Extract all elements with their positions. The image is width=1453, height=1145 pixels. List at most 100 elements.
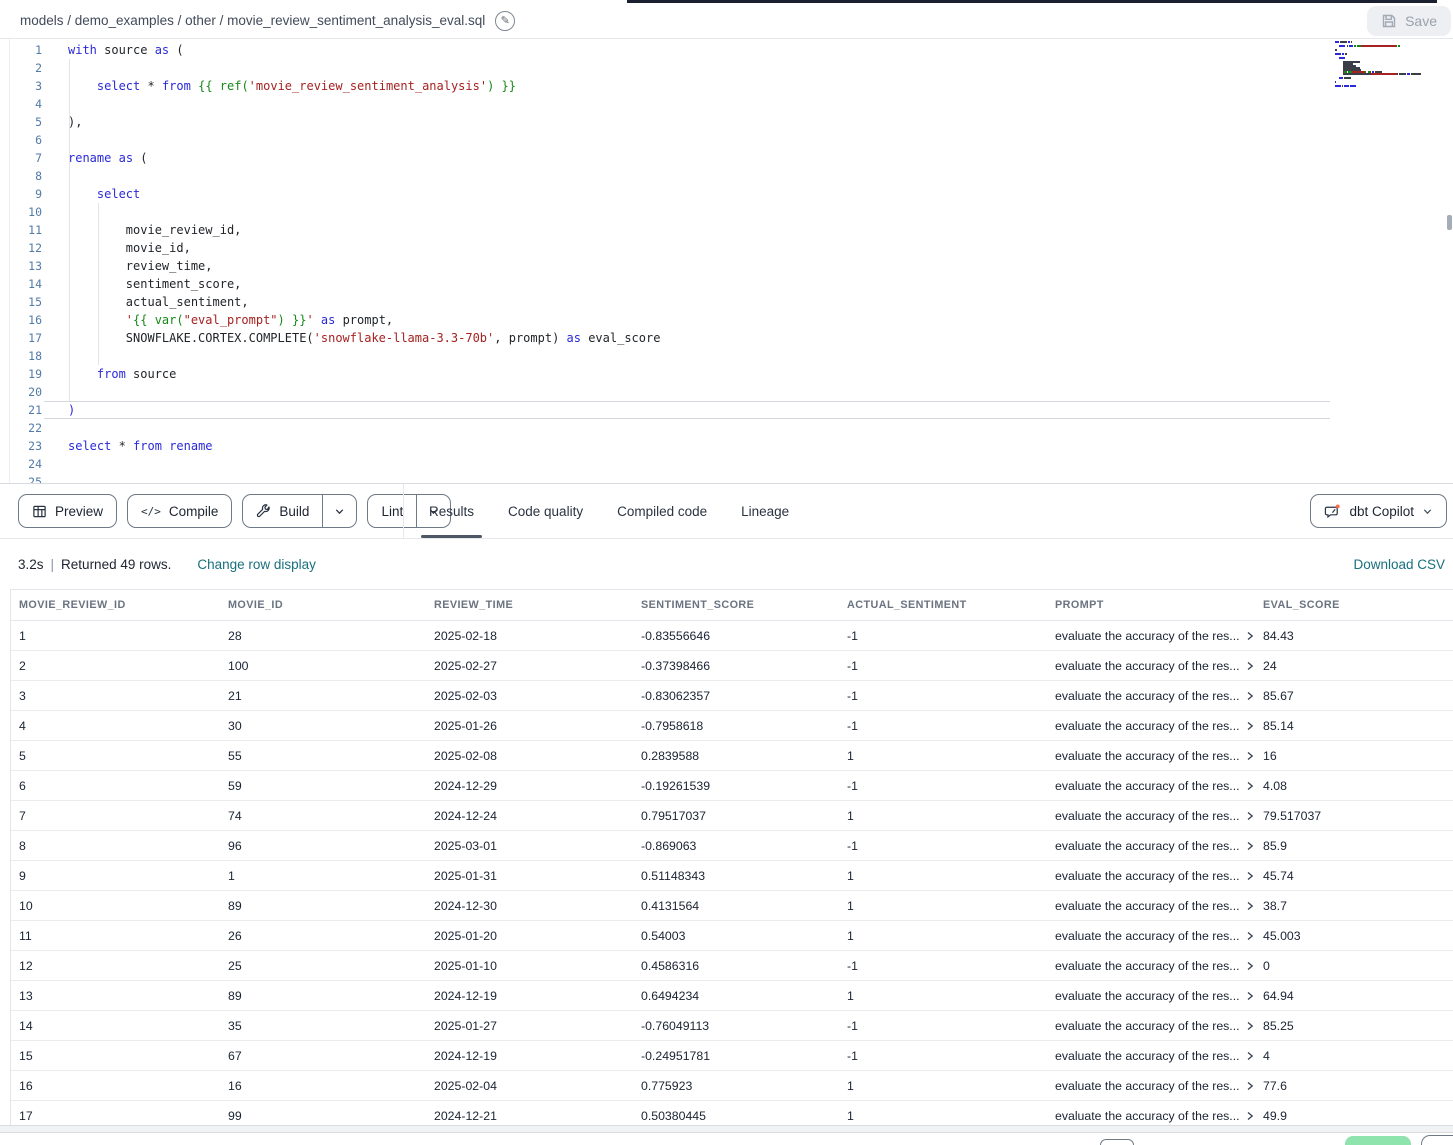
code-editor[interactable]: 1234567891011121314151617181920212223242… [0,39,1453,484]
table-cell: 45.003 [1255,929,1453,943]
table-row[interactable]: 8962025-03-01-0.869063-1evaluate the acc… [11,831,1453,861]
table-row[interactable]: 11262025-01-200.540031evaluate the accur… [11,921,1453,951]
table-row[interactable]: 1282025-02-18-0.83556646-1evaluate the a… [11,621,1453,651]
line-number: 14 [0,275,42,293]
table-cell: 2025-01-27 [426,1019,633,1033]
chevron-right-icon[interactable] [1245,1021,1255,1031]
table-cell: 12 [11,959,220,973]
table-row[interactable]: 12252025-01-100.4586316-1evaluate the ac… [11,951,1453,981]
table-cell: 0.775923 [633,1079,839,1093]
download-csv-link[interactable]: Download CSV [1353,557,1445,572]
partial-button[interactable] [1100,1139,1134,1145]
table-cell: 16 [11,1079,220,1093]
table-row[interactable]: 10892024-12-300.41315641evaluate the acc… [11,891,1453,921]
table-cell: 96 [220,839,426,853]
line-number: 16 [0,311,42,329]
line-number: 20 [0,383,42,401]
code-line [68,131,660,149]
chevron-right-icon[interactable] [1245,661,1255,671]
table-cell: 2 [11,659,220,673]
table-row[interactable]: 16162025-02-040.7759231evaluate the accu… [11,1071,1453,1101]
code-content[interactable]: with source as ( select * from {{ ref('m… [68,41,660,484]
chevron-right-icon[interactable] [1245,1111,1255,1121]
code-line: ) [68,401,660,419]
tab-code-quality[interactable]: Code quality [491,484,600,538]
chevron-right-icon[interactable] [1245,931,1255,941]
build-button[interactable]: Build [243,495,322,527]
partial-green-button[interactable] [1345,1136,1411,1145]
table-cell: -1 [839,719,1047,733]
table-cell: evaluate the accuracy of the res... [1047,719,1255,733]
editor-scrollbar-thumb[interactable] [1447,215,1452,230]
chevron-right-icon[interactable] [1245,811,1255,821]
table-cell: 13 [11,989,220,1003]
table-row[interactable]: 13892024-12-190.64942341evaluate the acc… [11,981,1453,1011]
chevron-right-icon[interactable] [1245,691,1255,701]
build-dropdown[interactable] [322,495,356,527]
tab-results[interactable]: Results [412,484,491,538]
table-cell: 55 [220,749,426,763]
horizontal-scrollbar[interactable] [0,1125,1453,1133]
chevron-right-icon[interactable] [1245,631,1255,641]
chevron-right-icon[interactable] [1245,1051,1255,1061]
table-row[interactable]: 3212025-02-03-0.83062357-1evaluate the a… [11,681,1453,711]
chevron-right-icon[interactable] [1245,841,1255,851]
table-cell: 89 [220,989,426,1003]
compile-button[interactable]: </> Compile [127,494,232,528]
table-cell: 2024-12-19 [426,989,633,1003]
row-count-message: Returned 49 rows. [61,557,171,572]
table-row[interactable]: 5552025-02-080.28395881evaluate the accu… [11,741,1453,771]
preview-button[interactable]: Preview [18,494,117,528]
lint-button[interactable]: Lint [368,495,416,527]
table-cell: -1 [839,629,1047,643]
table-cell: 2025-01-31 [426,869,633,883]
table-cell: 85.14 [1255,719,1453,733]
column-header: MOVIE_ID [220,599,426,611]
dbt-copilot-button[interactable]: dbt Copilot [1310,494,1447,528]
table-row[interactable]: 6592024-12-29-0.19261539-1evaluate the a… [11,771,1453,801]
chevron-right-icon[interactable] [1245,991,1255,1001]
line-number: 24 [0,455,42,473]
table-cell: 10 [11,899,220,913]
table-cell: 16 [1255,749,1453,763]
chevron-right-icon[interactable] [1245,901,1255,911]
table-cell: 1 [839,1109,1047,1123]
table-cell: 2024-12-29 [426,779,633,793]
table-cell: -1 [839,1019,1047,1033]
table-row[interactable]: 4302025-01-26-0.7958618-1evaluate the ac… [11,711,1453,741]
partial-button[interactable] [1421,1135,1453,1145]
minimap[interactable] [1335,41,1447,91]
code-line [68,203,660,221]
table-row[interactable]: 912025-01-310.511483431evaluate the accu… [11,861,1453,891]
chevron-right-icon[interactable] [1245,781,1255,791]
table-cell: -1 [839,779,1047,793]
table-cell: 2025-02-18 [426,629,633,643]
status-separator: | [51,557,55,572]
table-cell: -0.83556646 [633,629,839,643]
code-line: movie_id, [68,239,660,257]
chevron-right-icon[interactable] [1245,721,1255,731]
breadcrumb[interactable]: models / demo_examples / other / movie_r… [20,11,515,31]
table-row[interactable]: 17992024-12-210.503804451evaluate the ac… [11,1101,1453,1125]
table-row[interactable]: 15672024-12-19-0.24951781-1evaluate the … [11,1041,1453,1071]
table-cell: 85.25 [1255,1019,1453,1033]
code-line: actual_sentiment, [68,293,660,311]
table-cell: 0.2839588 [633,749,839,763]
save-button[interactable]: Save [1367,6,1451,36]
change-row-display-link[interactable]: Change row display [197,557,316,572]
table-cell: 2025-02-03 [426,689,633,703]
chevron-right-icon[interactable] [1245,1081,1255,1091]
table-cell: 1 [839,749,1047,763]
chevron-right-icon[interactable] [1245,871,1255,881]
tab-lineage[interactable]: Lineage [724,484,806,538]
table-row[interactable]: 14352025-01-27-0.76049113-1evaluate the … [11,1011,1453,1041]
tab-compiled-code[interactable]: Compiled code [600,484,724,538]
table-row[interactable]: 21002025-02-27-0.37398466-1evaluate the … [11,651,1453,681]
chevron-right-icon[interactable] [1245,961,1255,971]
code-line: from source [68,365,660,383]
table-cell: evaluate the accuracy of the res... [1047,749,1255,763]
chevron-right-icon[interactable] [1245,751,1255,761]
dbt-ide-window: models / demo_examples / other / movie_r… [0,0,1453,1145]
table-row[interactable]: 7742024-12-240.795170371evaluate the acc… [11,801,1453,831]
table-cell: 2024-12-19 [426,1049,633,1063]
